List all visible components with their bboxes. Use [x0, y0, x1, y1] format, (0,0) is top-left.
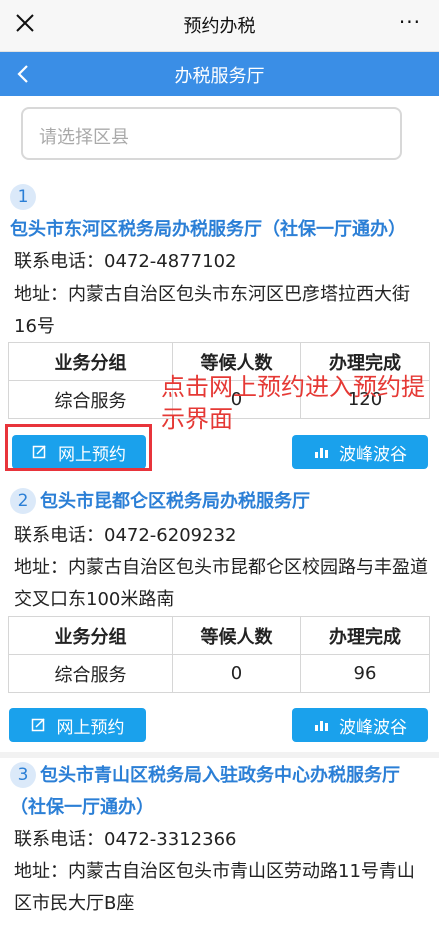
hall-phone: 联系电话：0472-6209232	[14, 525, 237, 546]
hall-address: 地址：内蒙古自治区包头市昆都仑区校园路与丰盈道交叉口东100米路南	[14, 557, 428, 610]
table-header: 业务分组	[8, 342, 173, 381]
hall-index-badge: 1	[10, 184, 36, 210]
table-header: 办理完成	[300, 616, 430, 655]
hall-name: 包头市东河区税务局办税服务厅（社保一厅通办）	[10, 219, 406, 240]
table-cell: 综合服务	[8, 380, 173, 419]
nav-bar: 办税服务厅	[0, 52, 439, 96]
hall-index-badge: 3	[10, 762, 36, 788]
annotation-highlight-box	[5, 424, 152, 471]
district-select-placeholder: 请选择区县	[39, 127, 129, 148]
hall-name: 包头市青山区税务局入驻政务中心办税服务厅（社保一厅通办）	[10, 765, 400, 818]
divider	[0, 752, 439, 758]
hall-index-badge: 2	[10, 488, 36, 514]
edit-icon	[31, 718, 45, 732]
online-booking-button[interactable]: 网上预约	[9, 708, 146, 742]
top-bar: 预约办税 ···	[0, 0, 439, 52]
table-cell: 0	[172, 654, 301, 693]
bar-chart-icon	[315, 721, 328, 731]
peak-valley-label: 波峰波谷	[339, 444, 407, 465]
online-booking-label: 网上预约	[56, 717, 125, 738]
window-title: 预约办税	[183, 16, 256, 37]
hall-phone: 联系电话：0472-4877102	[14, 251, 237, 272]
hall-title[interactable]: 3 包头市青山区税务局入驻政务中心办税服务厅（社保一厅通办）	[10, 760, 430, 824]
table-cell: 96	[300, 654, 430, 693]
hall-card-3: 3 包头市青山区税务局入驻政务中心办税服务厅（社保一厅通办） 联系电话：0472-…	[0, 760, 439, 929]
peak-valley-button[interactable]: 波峰波谷	[292, 708, 428, 742]
page-title: 办税服务厅	[174, 66, 265, 87]
peak-valley-button[interactable]: 波峰波谷	[292, 435, 428, 469]
hall-address: 地址：内蒙古自治区包头市青山区劳动路11号青山区市民大厅B座	[14, 861, 415, 914]
annotation-text: 点击网上预约进入预约提示界面	[161, 373, 425, 433]
bar-chart-icon	[315, 448, 328, 458]
hall-phone: 联系电话：0472-3312366	[14, 829, 237, 850]
district-select[interactable]: 请选择区县	[21, 107, 402, 160]
more-icon[interactable]: ···	[399, 12, 421, 32]
hall-title[interactable]: 2 包头市昆都仑区税务局办税服务厅	[10, 486, 430, 518]
queue-table: 业务分组 等候人数 办理完成 综合服务 0 96	[8, 616, 430, 693]
peak-valley-label: 波峰波谷	[339, 717, 407, 738]
table-header: 等候人数	[172, 616, 301, 655]
hall-card-2: 2 包头市昆都仑区税务局办税服务厅 联系电话：0472-6209232 地址：内蒙…	[0, 484, 439, 746]
hall-name: 包头市昆都仑区税务局办税服务厅	[40, 491, 310, 512]
hall-title[interactable]: 1 包头市东河区税务局办税服务厅（社保一厅通办）	[10, 182, 430, 246]
table-cell: 综合服务	[8, 654, 173, 693]
table-header: 业务分组	[8, 616, 173, 655]
hall-address: 地址：内蒙古自治区包头市东河区巴彦塔拉西大街16号	[14, 284, 410, 337]
